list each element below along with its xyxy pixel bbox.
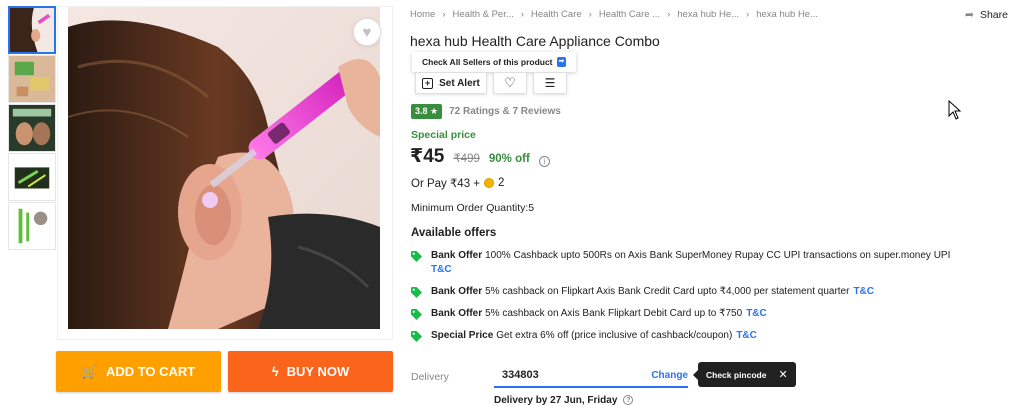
chevron-right-icon: › [442,9,446,20]
plus-box-icon: + [422,77,434,89]
share-button[interactable]: ➦ Share [964,8,1008,22]
wishlist-heart-icon[interactable]: ♥ [353,18,381,46]
min-order-quantity: Minimum Order Quantity:5 [411,202,535,214]
offer-kind: Special Price [431,330,494,341]
arrow-right-icon: ➡ [556,57,567,67]
heart-outline-icon: ♡ [504,75,516,90]
thumbnail-5[interactable] [8,202,56,250]
offer-tag-icon [411,331,422,342]
offer-tag-icon [411,309,422,320]
offer-item: Bank Offer 5% cashback on Flipkart Axis B… [411,285,991,299]
offer-kind: Bank Offer [431,286,483,297]
selling-price: ₹45 [410,146,445,167]
star-icon: ★ [430,106,439,116]
pincode-value: 334803 [502,369,539,381]
thumbnail-4[interactable] [8,153,56,201]
product-tools: + Set Alert ♡ ☰ [415,72,567,94]
check-pincode-label: Check pincode [706,369,767,380]
offer-kind: Bank Offer [431,308,483,319]
product-photo-image [68,7,380,329]
list-icon: ☰ [544,76,556,90]
breadcrumb: Home › Health & Per... › Health Care › Heal… [410,9,818,20]
discount-percent: 90% off [488,153,530,165]
product-title: hexa hub Health Care Appliance Combo [410,33,660,49]
thumbnail-2-image [9,56,55,102]
offer-tc-link[interactable]: T&C [746,308,767,319]
offers-heading: Available offers [411,227,497,239]
offer-item: Bank Offer 100% Cashback upto 500Rs on Ax… [411,249,991,277]
offers-list: Bank Offer 100% Cashback upto 500Rs on Ax… [411,249,991,351]
chevron-right-icon: › [667,9,671,20]
buy-now-button[interactable]: ϟ BUY NOW [228,351,393,392]
lightning-icon: ϟ [271,364,279,379]
thumbnail-2[interactable] [8,55,56,103]
breadcrumb-item[interactable]: hexa hub He... [756,9,818,20]
share-icon: ➦ [964,9,974,21]
delivery-label: Delivery [411,371,449,383]
rating-row: 3.8 ★ 72 Ratings & 7 Reviews [411,104,561,119]
buy-now-label: BUY NOW [286,364,350,379]
offer-text: 5% cashback on Flipkart Axis Bank Credit… [485,286,850,297]
offer-tag-icon [411,251,422,262]
main-product-image[interactable]: ♥ [57,6,393,340]
breadcrumb-item[interactable]: hexa hub He... [677,9,739,20]
offer-text: 100% Cashback upto 500Rs on Axis Bank Su… [485,250,951,261]
thumbnail-1[interactable] [8,6,56,54]
breadcrumb-item[interactable]: Health Care [531,9,582,20]
offer-tc-link[interactable]: T&C [736,330,757,341]
coin-count: 2 [498,177,505,189]
offer-text: Get extra 6% off (price inclusive of cas… [496,330,733,341]
price-row: ₹45 ₹499 90% off i [410,145,550,168]
ratings-reviews-count[interactable]: 72 Ratings & 7 Reviews [449,106,561,117]
change-pincode-button[interactable]: Change [651,370,688,381]
or-pay-row: Or Pay ₹43 + 2 [411,176,504,190]
thumbnail-4-image [9,154,55,200]
check-pincode-tooltip: Check pincode ✕ [693,362,796,387]
breadcrumb-item[interactable]: Health & Per... [453,9,514,20]
set-alert-label: Set Alert [439,77,480,89]
offer-tag-icon [411,287,422,298]
thumbnail-3-image [9,105,55,151]
set-alert-button[interactable]: + Set Alert [415,72,487,94]
offer-tc-link[interactable]: T&C [431,264,452,275]
breadcrumb-item[interactable]: Home [410,9,435,20]
breadcrumb-item[interactable]: Health Care ... [599,9,660,20]
wishlist-button[interactable]: ♡ [493,72,527,94]
rating-value: 3.8 [415,106,428,116]
or-pay-text: Or Pay ₹43 + [411,178,480,190]
thumbnail-3[interactable] [8,104,56,152]
product-photo [68,7,380,329]
offer-text: 5% cashback on Axis Bank Flipkart Debit … [485,308,743,319]
thumbnail-strip [8,6,56,251]
delivery-date-row: Delivery by 27 Jun, Friday ? [494,395,634,405]
special-price-label: Special price [411,129,476,141]
chevron-right-icon: › [588,9,592,20]
add-to-cart-label: ADD TO CART [105,364,196,379]
offer-item: Bank Offer 5% cashback on Axis Bank Flipk… [411,307,991,321]
rating-badge[interactable]: 3.8 ★ [411,104,443,119]
help-icon[interactable]: ? [623,395,634,405]
check-sellers-label: Check All Sellers of this product [422,57,553,67]
chevron-right-icon: › [746,9,750,20]
mrp-price: ₹499 [453,153,480,165]
pincode-input[interactable]: 334803 Change [494,364,688,388]
info-icon[interactable]: i [538,156,550,167]
chevron-right-icon: › [520,9,524,20]
share-label: Share [979,8,1008,21]
thumbnail-1-image [10,8,54,52]
offer-kind: Bank Offer [431,250,483,261]
thumbnail-5-image [9,203,55,249]
offer-tc-link[interactable]: T&C [853,286,874,297]
add-to-cart-button[interactable]: 🛒 ADD TO CART [56,351,221,392]
compare-list-button[interactable]: ☰ [533,72,567,94]
delivery-date: Delivery by 27 Jun, Friday [494,395,618,405]
mouse-cursor-icon [948,100,962,120]
offer-item: Special Price Get extra 6% off (price inc… [411,329,991,343]
check-sellers-tooltip[interactable]: Check All Sellers of this product ➡ [412,52,577,72]
close-icon[interactable]: ✕ [778,368,787,381]
supercoin-icon [484,178,494,188]
cart-icon: 🛒 [81,363,98,379]
